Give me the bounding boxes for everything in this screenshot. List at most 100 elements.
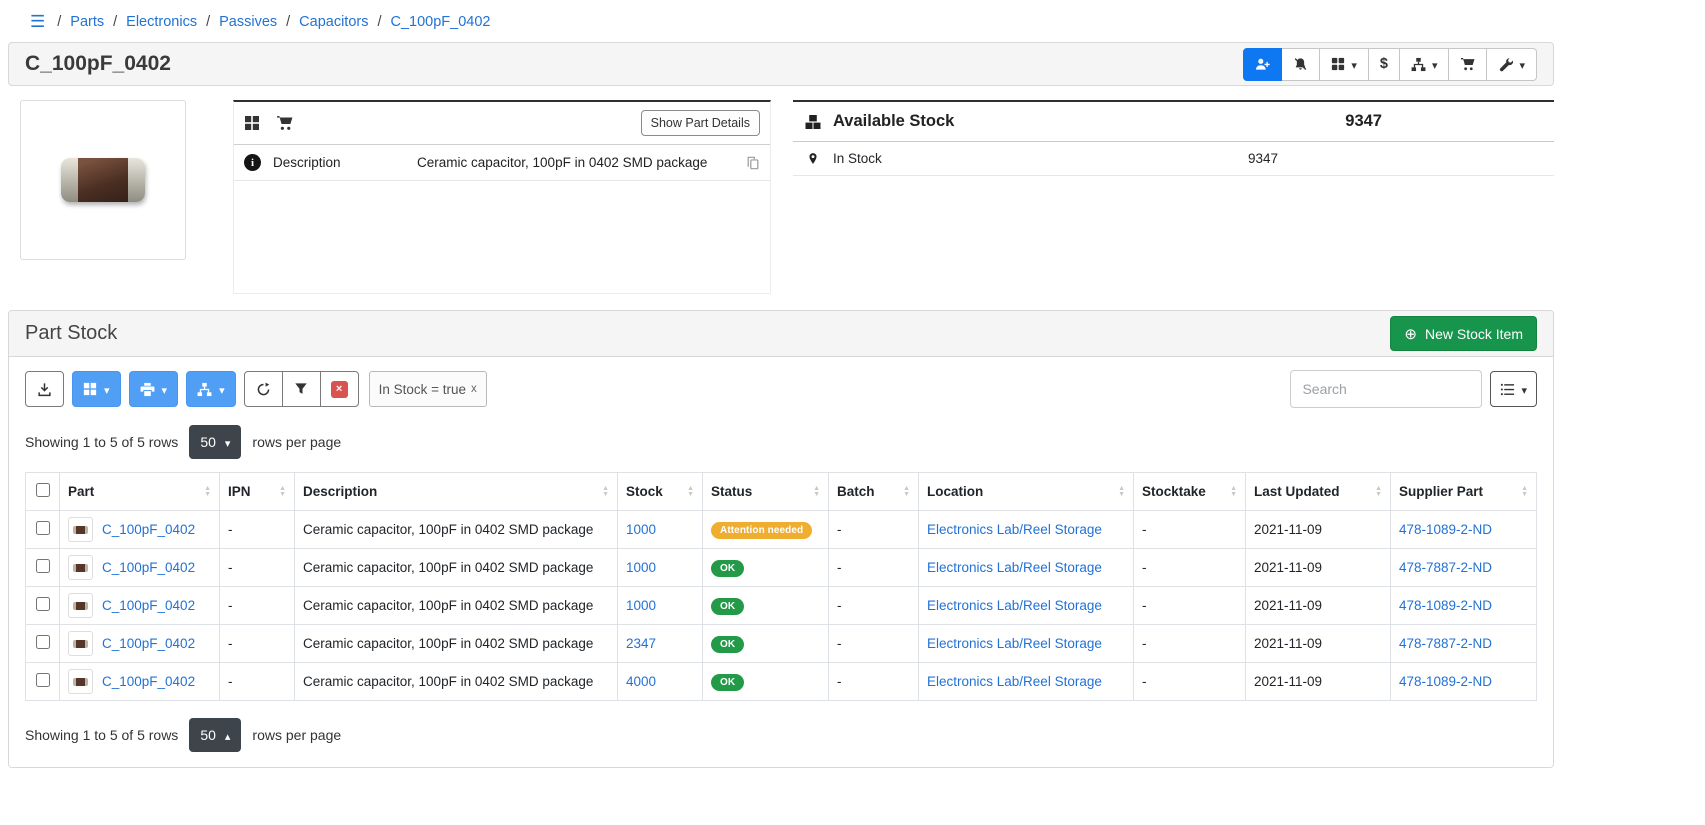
- status-badge: OK: [711, 674, 744, 691]
- row-checkbox[interactable]: [36, 673, 50, 687]
- copy-icon[interactable]: [746, 156, 760, 170]
- col-header-description[interactable]: Description: [295, 473, 618, 511]
- clear-filter-icon: [331, 381, 348, 398]
- col-header-last-updated[interactable]: Last Updated: [1246, 473, 1391, 511]
- part-link[interactable]: C_100pF_0402: [102, 560, 195, 575]
- plus-circle-icon: [1404, 326, 1417, 342]
- pricing-button[interactable]: [1368, 48, 1400, 81]
- stock-options-dropdown-button[interactable]: [186, 371, 236, 407]
- search-input[interactable]: [1290, 370, 1482, 408]
- layout-dropdown-button[interactable]: [1490, 371, 1537, 407]
- stock-link[interactable]: 4000: [626, 674, 656, 689]
- col-header-status[interactable]: Status: [703, 473, 829, 511]
- col-header-location[interactable]: Location: [919, 473, 1134, 511]
- row-checkbox[interactable]: [36, 559, 50, 573]
- supplier-part-link[interactable]: 478-7887-2-ND: [1399, 636, 1492, 651]
- in-stock-label: In Stock: [833, 151, 882, 166]
- select-all-header: [26, 473, 60, 511]
- page-size-select[interactable]: 50: [189, 718, 241, 752]
- table-row: C_100pF_0402 - Ceramic capacitor, 100pF …: [26, 663, 1537, 701]
- breadcrumb-link-electronics[interactable]: Electronics: [126, 14, 197, 30]
- subscribe-button[interactable]: [1243, 48, 1282, 81]
- pagination-suffix: rows per page: [252, 434, 341, 450]
- breadcrumb-link-capacitors[interactable]: Capacitors: [299, 14, 368, 30]
- row-checkbox[interactable]: [36, 521, 50, 535]
- location-link[interactable]: Electronics Lab/Reel Storage: [927, 522, 1102, 537]
- location-link[interactable]: Electronics Lab/Reel Storage: [927, 674, 1102, 689]
- col-header-stock[interactable]: Stock: [618, 473, 703, 511]
- refresh-button[interactable]: [244, 371, 283, 407]
- part-link[interactable]: C_100pF_0402: [102, 636, 195, 651]
- part-thumbnail[interactable]: [20, 100, 186, 260]
- remove-filter-icon[interactable]: [471, 383, 477, 395]
- new-stock-item-button[interactable]: New Stock Item: [1390, 316, 1537, 351]
- pagination-bottom: Showing 1 to 5 of 5 rows 50 rows per pag…: [25, 718, 1537, 752]
- export-button[interactable]: [25, 371, 64, 407]
- stock-actions-button[interactable]: [1399, 48, 1450, 81]
- wrench-icon: [1498, 57, 1513, 72]
- part-link[interactable]: C_100pF_0402: [102, 674, 195, 689]
- description-cell: Ceramic capacitor, 100pF in 0402 SMD pac…: [295, 663, 618, 701]
- sort-icon: [903, 486, 910, 497]
- menu-icon[interactable]: [30, 12, 45, 32]
- show-part-details-button[interactable]: Show Part Details: [641, 110, 760, 136]
- supplier-part-link[interactable]: 478-1089-2-ND: [1399, 522, 1492, 537]
- part-thumbnail-small: [68, 669, 93, 694]
- stocktake-cell: -: [1134, 511, 1246, 549]
- grid-icon: [83, 382, 97, 396]
- in-stock-value: 9347: [1248, 151, 1278, 166]
- chevron-down-icon: [1521, 382, 1527, 397]
- pagination-top: Showing 1 to 5 of 5 rows 50 rows per pag…: [25, 425, 1537, 459]
- print-dropdown-button[interactable]: [129, 371, 179, 407]
- row-checkbox[interactable]: [36, 635, 50, 649]
- columns-dropdown-button[interactable]: [72, 371, 121, 407]
- part-actions-toolbar: [1243, 48, 1537, 81]
- part-link[interactable]: C_100pF_0402: [102, 522, 195, 537]
- description-cell: Ceramic capacitor, 100pF in 0402 SMD pac…: [295, 587, 618, 625]
- sitemap-icon: [1411, 57, 1426, 72]
- col-header-batch[interactable]: Batch: [829, 473, 919, 511]
- stock-link[interactable]: 1000: [626, 598, 656, 613]
- printer-icon: [140, 382, 155, 397]
- page-header: C_100pF_0402: [8, 42, 1554, 86]
- part-details-header: Show Part Details: [234, 102, 770, 145]
- part-link[interactable]: C_100pF_0402: [102, 598, 195, 613]
- pagination-suffix: rows per page: [252, 727, 341, 743]
- col-header-supplier-part[interactable]: Supplier Part: [1391, 473, 1537, 511]
- select-all-checkbox[interactable]: [36, 483, 50, 497]
- batch-cell: -: [829, 587, 919, 625]
- available-stock-header: Available Stock 9347: [793, 102, 1554, 142]
- filter-button[interactable]: [282, 371, 321, 407]
- stock-link[interactable]: 1000: [626, 522, 656, 537]
- breadcrumb-link-passives[interactable]: Passives: [219, 14, 277, 30]
- stock-link[interactable]: 1000: [626, 560, 656, 575]
- location-link[interactable]: Electronics Lab/Reel Storage: [927, 636, 1102, 651]
- row-checkbox[interactable]: [36, 597, 50, 611]
- supplier-part-link[interactable]: 478-1089-2-ND: [1399, 674, 1492, 689]
- filter-button-group: [244, 371, 359, 407]
- page-title: C_100pF_0402: [25, 52, 171, 76]
- supplier-part-link[interactable]: 478-7887-2-ND: [1399, 560, 1492, 575]
- location-link[interactable]: Electronics Lab/Reel Storage: [927, 598, 1102, 613]
- page-size-select[interactable]: 50: [189, 425, 241, 459]
- col-header-part[interactable]: Part: [60, 473, 220, 511]
- stock-link[interactable]: 2347: [626, 636, 656, 651]
- clear-filters-button[interactable]: [320, 371, 359, 407]
- breadcrumb-link-parts[interactable]: Parts: [70, 14, 104, 30]
- table-header-row: Part IPN Description Stock Status Batch …: [26, 473, 1537, 511]
- list-icon: [1500, 382, 1515, 397]
- display-options-button[interactable]: [1319, 48, 1369, 81]
- unsubscribe-button[interactable]: [1281, 48, 1320, 81]
- supplier-part-link[interactable]: 478-1089-2-ND: [1399, 598, 1492, 613]
- breadcrumb-link-current-part[interactable]: C_100pF_0402: [391, 14, 491, 30]
- location-link[interactable]: Electronics Lab/Reel Storage: [927, 560, 1102, 575]
- batch-cell: -: [829, 663, 919, 701]
- chevron-down-icon: [162, 382, 168, 397]
- col-header-ipn[interactable]: IPN: [220, 473, 295, 511]
- order-part-button[interactable]: [1448, 48, 1487, 81]
- build-actions-button[interactable]: [1486, 48, 1537, 81]
- ipn-cell: -: [220, 511, 295, 549]
- col-header-stocktake[interactable]: Stocktake: [1134, 473, 1246, 511]
- stocktake-cell: -: [1134, 625, 1246, 663]
- sort-icon: [1230, 486, 1237, 497]
